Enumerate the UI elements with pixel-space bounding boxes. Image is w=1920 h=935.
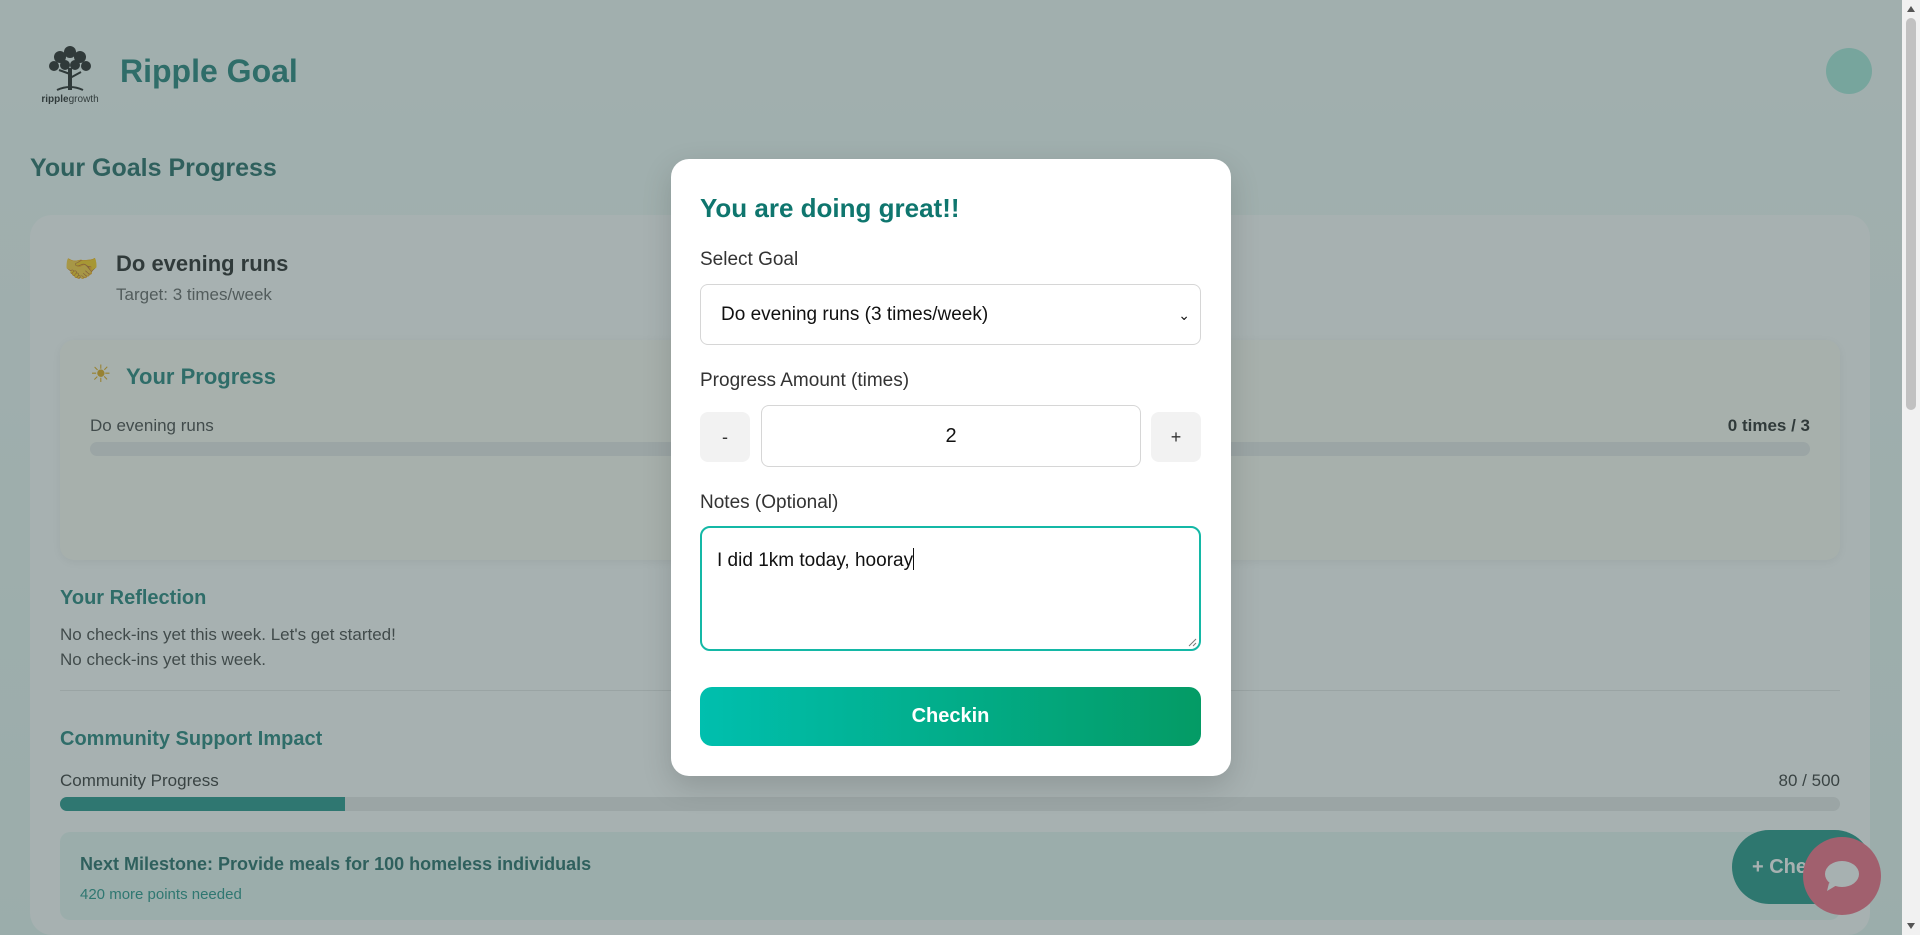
select-goal-label: Select Goal	[700, 249, 799, 270]
increment-button[interactable]: +	[1151, 412, 1201, 462]
goal-select[interactable]: Do evening runs (3 times/week) ⌄	[700, 284, 1201, 345]
progress-amount-input[interactable]: 2	[761, 405, 1141, 467]
scrollbar-thumb[interactable]	[1906, 18, 1916, 410]
checkin-modal: You are doing great!! Select Goal Do eve…	[671, 159, 1231, 776]
modal-title: You are doing great!!	[700, 193, 960, 223]
scroll-up-arrow-icon[interactable]	[1907, 6, 1915, 12]
resize-grip-icon[interactable]	[1187, 637, 1197, 647]
decrement-button[interactable]: -	[700, 412, 750, 462]
text-caret	[913, 548, 915, 570]
goal-select-value: Do evening runs (3 times/week)	[721, 303, 989, 325]
page-scrollbar[interactable]	[1902, 0, 1920, 935]
progress-amount-label: Progress Amount (times)	[700, 370, 910, 391]
chevron-down-icon: ⌄	[1178, 307, 1190, 323]
notes-textarea[interactable]: I did 1km today, hooray	[700, 526, 1201, 651]
notes-label: Notes (Optional)	[700, 492, 839, 513]
checkin-submit-button[interactable]: Checkin	[700, 687, 1201, 746]
notes-text: I did 1km today, hooray	[717, 550, 914, 571]
scroll-down-arrow-icon[interactable]	[1907, 923, 1915, 929]
